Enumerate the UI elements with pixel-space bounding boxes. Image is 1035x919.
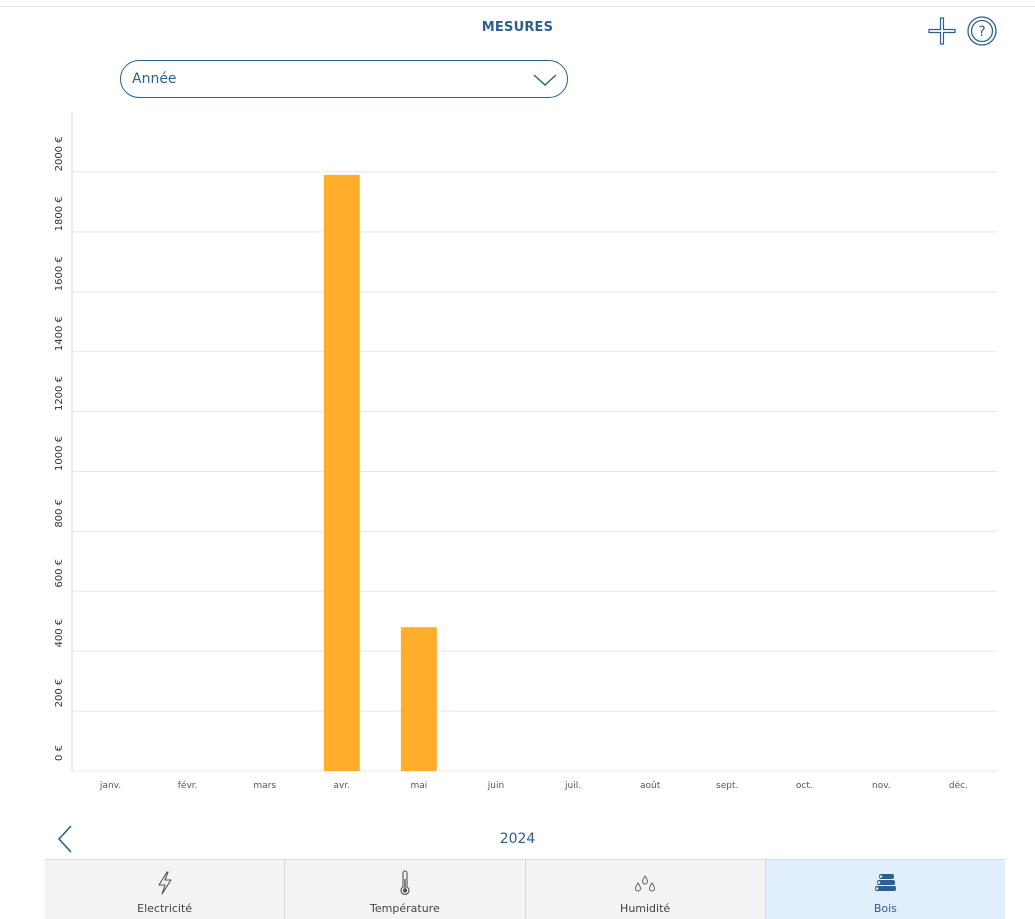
x-tick-label: nov. — [872, 781, 891, 791]
firewood-icon — [875, 874, 897, 891]
page-title: MESURES — [481, 20, 554, 35]
svg-text:?: ? — [978, 24, 985, 40]
tab-label: Température — [370, 902, 440, 915]
x-tick-label: mai — [410, 781, 427, 791]
period-select-value: Année — [132, 71, 177, 87]
x-tick-label: juin — [487, 781, 504, 791]
tab-humidite[interactable]: Humidité — [525, 860, 766, 919]
lightning-icon — [158, 871, 172, 895]
add-button[interactable] — [926, 15, 958, 47]
plus-icon — [928, 17, 956, 45]
y-tick-label: 800 € — [54, 499, 65, 528]
tab-label: Electricité — [137, 902, 193, 915]
y-tick-label: 0 € — [54, 745, 65, 761]
period-select[interactable]: Année — [120, 60, 568, 98]
x-tick-label: oct. — [796, 781, 813, 791]
chevron-down-icon — [533, 74, 557, 86]
help-button[interactable]: ? — [966, 15, 998, 47]
tab-label: Bois — [873, 902, 897, 915]
current-year: 2024 — [499, 831, 536, 847]
bar-5 — [400, 627, 437, 771]
tab-bois[interactable]: Bois — [765, 860, 1005, 919]
droplets-icon — [635, 875, 656, 892]
y-tick-label: 1000 € — [54, 436, 65, 471]
y-tick-label: 1800 € — [54, 196, 65, 231]
tab-label: Humidité — [620, 902, 671, 915]
bar-chart: 0 € 200 € 400 € 600 € 800 € 1000 € 1200 € 1400 … — [54, 112, 997, 791]
bar-4 — [323, 174, 360, 771]
x-tick-label: sept. — [716, 781, 738, 791]
x-tick-label: juil. — [564, 781, 581, 791]
y-tick-label: 1200 € — [54, 376, 65, 411]
thermometer-icon — [400, 870, 410, 895]
y-tick-label: 1600 € — [54, 256, 65, 291]
y-tick-label: 2000 € — [54, 136, 65, 171]
x-tick-label: févr. — [178, 780, 198, 791]
tab-electricite[interactable]: Electricité — [45, 860, 286, 919]
y-tick-label: 200 € — [54, 679, 65, 708]
x-tick-label: janv. — [99, 781, 121, 791]
y-tick-label: 600 € — [54, 559, 65, 588]
y-tick-label: 1400 € — [54, 316, 65, 351]
tab-temperature[interactable]: Température — [285, 860, 526, 919]
category-tabs: Electricité Température Humidité Bois — [45, 859, 1005, 919]
top-divider — [0, 6, 1035, 7]
x-tick-label: avr. — [334, 781, 351, 791]
x-tick-label: mars — [253, 781, 276, 791]
question-circle-icon: ? — [967, 16, 997, 46]
x-tick-label: août — [640, 781, 661, 791]
x-tick-label: déc. — [949, 780, 968, 791]
y-tick-label: 400 € — [54, 619, 65, 648]
